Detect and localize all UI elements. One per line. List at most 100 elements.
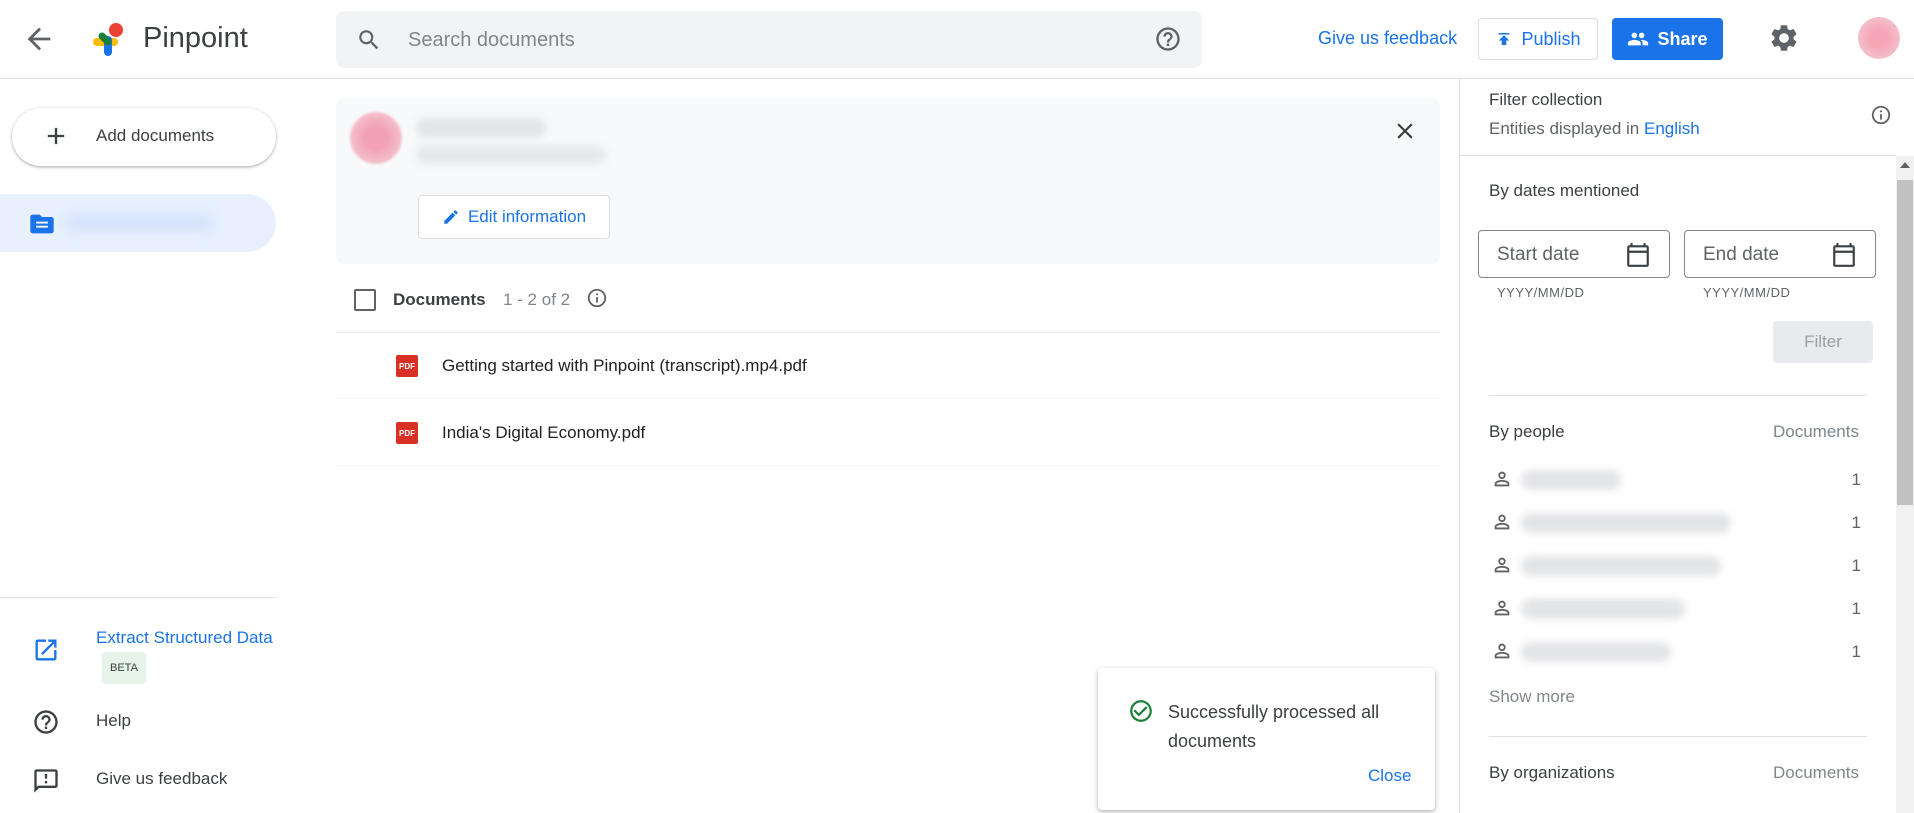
plus-icon <box>42 122 70 150</box>
person-document-count: 1 <box>1851 642 1861 661</box>
scroll-up-arrow-icon[interactable] <box>1900 162 1910 168</box>
toast-close-button[interactable]: Close <box>1368 766 1411 786</box>
search-help-icon[interactable] <box>1154 25 1182 53</box>
document-name[interactable]: India's Digital Economy.pdf <box>442 423 645 443</box>
nav-divider <box>0 597 276 598</box>
collection-info-card: Edit information <box>336 98 1440 264</box>
filter-button[interactable]: Filter <box>1773 321 1873 363</box>
person-row[interactable]: 1 <box>1489 587 1867 630</box>
person-document-count: 1 <box>1851 470 1861 489</box>
check-circle-icon <box>1128 698 1154 724</box>
help-icon[interactable] <box>32 708 60 736</box>
end-date-field[interactable] <box>1684 230 1876 279</box>
filter-header-divider <box>1460 155 1896 156</box>
organizations-section-title: By organizations <box>1489 763 1615 782</box>
extract-label: Extract Structured Data <box>96 628 273 647</box>
section-divider <box>1489 395 1867 396</box>
toast-message: Successfully processed all documents <box>1168 702 1380 751</box>
entities-language-line: Entities displayed in English <box>1489 119 1700 139</box>
calendar-icon[interactable] <box>1625 242 1651 268</box>
close-icon[interactable] <box>1392 118 1418 144</box>
search-bar[interactable] <box>336 11 1202 70</box>
calendar-icon[interactable] <box>1831 242 1857 268</box>
give-feedback-link[interactable]: Give us feedback <box>1318 28 1457 49</box>
person-name-redacted <box>1521 470 1621 490</box>
give-feedback-nav-link[interactable]: Give us feedback <box>96 769 227 789</box>
filter-panel-title: Filter collection <box>1489 90 1603 109</box>
person-icon <box>1491 554 1513 576</box>
show-more-link[interactable]: Show more <box>1489 687 1575 707</box>
filter-panel-border <box>1459 78 1460 813</box>
pinpoint-logo-icon <box>86 20 126 60</box>
scrollbar-thumb[interactable] <box>1897 180 1913 505</box>
beta-badge: BETA <box>102 652 146 684</box>
share-button[interactable]: Share <box>1612 18 1723 60</box>
edit-information-label: Edit information <box>467 207 587 226</box>
pencil-icon <box>442 208 460 226</box>
collection-title-redacted <box>416 118 546 138</box>
person-row[interactable]: 1 <box>1489 458 1867 501</box>
people-section-title: By people <box>1489 422 1565 441</box>
collection-name-redacted <box>64 214 214 232</box>
person-document-count: 1 <box>1851 599 1861 618</box>
section-divider <box>1489 736 1867 737</box>
person-icon <box>1491 597 1513 619</box>
person-name-redacted <box>1521 556 1721 576</box>
settings-gear-icon[interactable] <box>1768 22 1800 54</box>
add-documents-button[interactable]: Add documents <box>12 108 276 166</box>
publish-button[interactable]: Publish <box>1478 18 1598 60</box>
person-row[interactable]: 1 <box>1489 544 1867 587</box>
add-documents-label: Add documents <box>96 126 215 145</box>
document-row[interactable]: PDF India's Digital Economy.pdf <box>336 400 1440 466</box>
people-icon <box>1627 28 1649 50</box>
person-row[interactable]: 1 <box>1489 501 1867 544</box>
person-document-count: 1 <box>1851 513 1861 532</box>
collection-owner-avatar <box>350 112 402 164</box>
open-in-new-icon[interactable] <box>32 636 60 664</box>
search-icon <box>356 27 382 53</box>
document-name[interactable]: Getting started with Pinpoint (transcrip… <box>442 356 807 376</box>
start-date-input[interactable] <box>1495 231 1619 279</box>
start-date-hint: YYYY/MM/DD <box>1497 285 1585 300</box>
person-row[interactable]: 1 <box>1489 630 1867 673</box>
person-name-redacted <box>1521 642 1671 662</box>
info-icon[interactable] <box>586 287 608 309</box>
person-icon <box>1491 511 1513 533</box>
organizations-documents-column: Documents <box>1773 763 1859 782</box>
publish-icon <box>1495 30 1513 48</box>
person-document-count: 1 <box>1851 556 1861 575</box>
select-all-checkbox[interactable] <box>354 289 376 311</box>
end-date-input[interactable] <box>1701 231 1825 279</box>
search-input[interactable] <box>406 11 1110 70</box>
pdf-icon: PDF <box>396 422 418 444</box>
entities-prefix: Entities displayed in <box>1489 119 1640 138</box>
pdf-icon: PDF <box>396 355 418 377</box>
person-name-redacted <box>1521 513 1731 533</box>
user-avatar[interactable] <box>1858 17 1900 59</box>
success-toast: Successfully processed all documents Clo… <box>1098 668 1435 810</box>
language-link[interactable]: English <box>1644 119 1700 138</box>
top-app-bar: Pinpoint Give us feedback Publish Share <box>0 0 1914 79</box>
start-date-field[interactable] <box>1478 230 1670 279</box>
documents-count: 1 - 2 of 2 <box>503 290 571 309</box>
help-link[interactable]: Help <box>96 711 131 731</box>
person-icon <box>1491 640 1513 662</box>
info-icon[interactable] <box>1870 104 1892 126</box>
end-date-hint: YYYY/MM/DD <box>1703 285 1791 300</box>
person-icon <box>1491 468 1513 490</box>
back-arrow-icon[interactable] <box>22 22 56 56</box>
row-divider <box>336 465 1440 466</box>
row-divider <box>336 398 1440 399</box>
edit-information-button[interactable]: Edit information <box>418 195 610 239</box>
share-label: Share <box>1657 28 1708 49</box>
dates-section-title: By dates mentioned <box>1489 181 1640 200</box>
feedback-icon[interactable] <box>32 767 60 795</box>
app-title: Pinpoint <box>143 22 248 54</box>
extract-structured-data-link[interactable]: Extract Structured Data BETA <box>96 624 276 684</box>
document-row[interactable]: PDF Getting started with Pinpoint (trans… <box>336 333 1440 399</box>
people-documents-column: Documents <box>1773 422 1859 441</box>
collection-subtitle-redacted <box>416 146 606 164</box>
documents-heading: Documents <box>393 290 486 309</box>
sidebar-item-collection[interactable] <box>0 194 276 252</box>
publish-label: Publish <box>1521 28 1581 49</box>
